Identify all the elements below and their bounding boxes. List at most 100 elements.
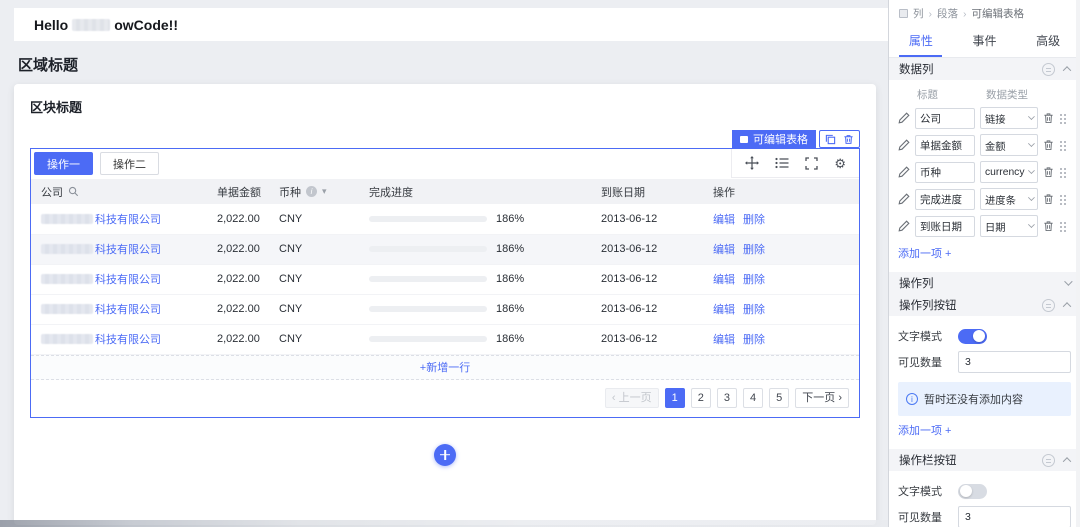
panel-scrollbar-track[interactable] (1076, 0, 1080, 527)
page-button-4[interactable]: 4 (743, 388, 763, 408)
edit-link[interactable]: 编辑 (713, 304, 735, 316)
breadcrumb-column[interactable]: 列 (913, 6, 924, 21)
component-icon (899, 9, 908, 18)
edit-link[interactable]: 编辑 (713, 214, 735, 226)
copy-widget-icon[interactable] (825, 134, 836, 145)
column-title-input[interactable] (915, 108, 975, 129)
visible-count-input[interactable] (958, 506, 1071, 527)
chevron-down-icon (1028, 167, 1035, 174)
column-title-input[interactable] (915, 189, 975, 210)
region-title: 区域标题 (18, 54, 888, 75)
section-header-action-column[interactable]: 操作列 (889, 272, 1080, 294)
table-row: 科技有限公司 2,022.00 CNY 186% 2013-06-12 编辑删除 (31, 264, 859, 294)
column-title-input[interactable] (915, 216, 975, 237)
drag-handle[interactable] (1059, 193, 1067, 205)
delete-link[interactable]: 删除 (743, 334, 765, 346)
editable-table-widget[interactable]: 可编辑表格 操作一 操作二 (30, 148, 860, 418)
fullscreen-icon[interactable] (805, 157, 818, 170)
chevron-up-icon[interactable] (1063, 457, 1071, 465)
chevron-down-icon[interactable] (1064, 277, 1072, 285)
delete-link[interactable]: 删除 (743, 244, 765, 256)
page-button-3[interactable]: 3 (717, 388, 737, 408)
edit-link[interactable]: 编辑 (713, 274, 735, 286)
window-bottom-edge (0, 520, 888, 527)
column-type-select[interactable]: 金额 (980, 134, 1038, 156)
company-link[interactable]: 科技有限公司 (95, 244, 161, 256)
trash-icon[interactable] (1043, 166, 1054, 178)
action-two-button[interactable]: 操作二 (100, 152, 159, 175)
section-header-data-columns[interactable]: 数据列 (889, 58, 1080, 80)
drag-handle[interactable] (1059, 112, 1067, 124)
table-row: 科技有限公司 2,022.00 CNY 186% 2013-06-12 编辑删除 (31, 204, 859, 234)
binding-icon[interactable] (1042, 454, 1055, 467)
widget-type-badge: 可编辑表格 (732, 130, 816, 148)
trash-icon[interactable] (1043, 139, 1054, 151)
move-icon[interactable] (745, 156, 759, 170)
company-link[interactable]: 科技有限公司 (95, 274, 161, 286)
amount-cell: 2,022.00 (209, 294, 271, 324)
data-column-item: 进度条 (898, 188, 1071, 210)
action-bar-buttons-body: 文字模式 可见数量 主按钮 普通按钮 添加一项 + (889, 471, 1080, 527)
drag-handle[interactable] (1059, 166, 1067, 178)
add-row-link[interactable]: +新增一行 (420, 362, 470, 374)
visible-count-input[interactable] (958, 351, 1071, 373)
trash-icon[interactable] (1043, 193, 1054, 205)
page-button-2[interactable]: 2 (691, 388, 711, 408)
edit-pencil-icon[interactable] (898, 220, 910, 232)
progress-cell: 186% (369, 243, 585, 255)
page-button-5[interactable]: 5 (769, 388, 789, 408)
company-link[interactable]: 科技有限公司 (95, 304, 161, 316)
edit-link[interactable]: 编辑 (713, 334, 735, 346)
edit-pencil-icon[interactable] (898, 139, 910, 151)
settings-gear-icon[interactable]: ⚙ (834, 157, 846, 170)
binding-icon[interactable] (1042, 63, 1055, 76)
add-action-column-button-link[interactable]: 添加一项 + (898, 419, 951, 443)
trash-icon[interactable] (1043, 220, 1054, 232)
filter-caret-icon[interactable]: ▾ (322, 186, 327, 197)
add-component-button[interactable] (434, 444, 456, 466)
date-cell: 2013-06-12 (593, 264, 705, 294)
chevron-up-icon[interactable] (1063, 66, 1071, 74)
tab-advanced[interactable]: 高级 (1016, 26, 1080, 57)
text-mode-toggle[interactable] (958, 329, 987, 344)
company-link[interactable]: 科技有限公司 (95, 334, 161, 346)
delete-link[interactable]: 删除 (743, 214, 765, 226)
text-mode-toggle[interactable] (958, 484, 987, 499)
edit-pencil-icon[interactable] (898, 112, 910, 124)
trash-icon[interactable] (1043, 112, 1054, 124)
delete-link[interactable]: 删除 (743, 274, 765, 286)
add-data-column-link[interactable]: 添加一项 + (898, 242, 951, 266)
column-type-select[interactable]: 日期 (980, 215, 1038, 237)
company-link[interactable]: 科技有限公司 (95, 214, 161, 226)
delete-link[interactable]: 删除 (743, 304, 765, 316)
column-title-input[interactable] (915, 162, 975, 183)
columns-list-icon[interactable] (775, 157, 789, 169)
edit-pencil-icon[interactable] (898, 193, 910, 205)
section-header-action-column-buttons[interactable]: 操作列按钮 (889, 294, 1080, 316)
drag-handle[interactable] (1059, 220, 1067, 232)
breadcrumb-section[interactable]: 段落 (937, 6, 958, 21)
section-header-action-bar-buttons[interactable]: 操作栏按钮 (889, 449, 1080, 471)
column-type-select[interactable]: 进度条 (980, 188, 1038, 210)
censored-text (41, 304, 93, 314)
column-title-input[interactable] (915, 135, 975, 156)
table-row: 科技有限公司 2,022.00 CNY 186% 2013-06-12 编辑删除 (31, 234, 859, 264)
info-icon[interactable]: i (306, 186, 317, 197)
date-cell: 2013-06-12 (593, 234, 705, 264)
edit-pencil-icon[interactable] (898, 166, 910, 178)
tab-attributes[interactable]: 属性 (889, 26, 953, 57)
column-type-select[interactable]: currency (980, 161, 1038, 183)
chevron-up-icon[interactable] (1063, 302, 1071, 310)
next-page-button[interactable]: 下一页 › (795, 388, 849, 408)
page-button-1[interactable]: 1 (665, 388, 685, 408)
delete-widget-icon[interactable] (843, 134, 854, 145)
column-type-select[interactable]: 链接 (980, 107, 1038, 129)
drag-handle[interactable] (1059, 139, 1067, 151)
edit-link[interactable]: 编辑 (713, 244, 735, 256)
breadcrumb-current[interactable]: 可编辑表格 (972, 6, 1025, 21)
binding-icon[interactable] (1042, 299, 1055, 312)
search-icon[interactable] (68, 186, 79, 197)
action-one-button[interactable]: 操作一 (34, 152, 93, 175)
prev-page-button[interactable]: ‹ 上一页 (605, 388, 659, 408)
tab-events[interactable]: 事件 (953, 26, 1017, 57)
